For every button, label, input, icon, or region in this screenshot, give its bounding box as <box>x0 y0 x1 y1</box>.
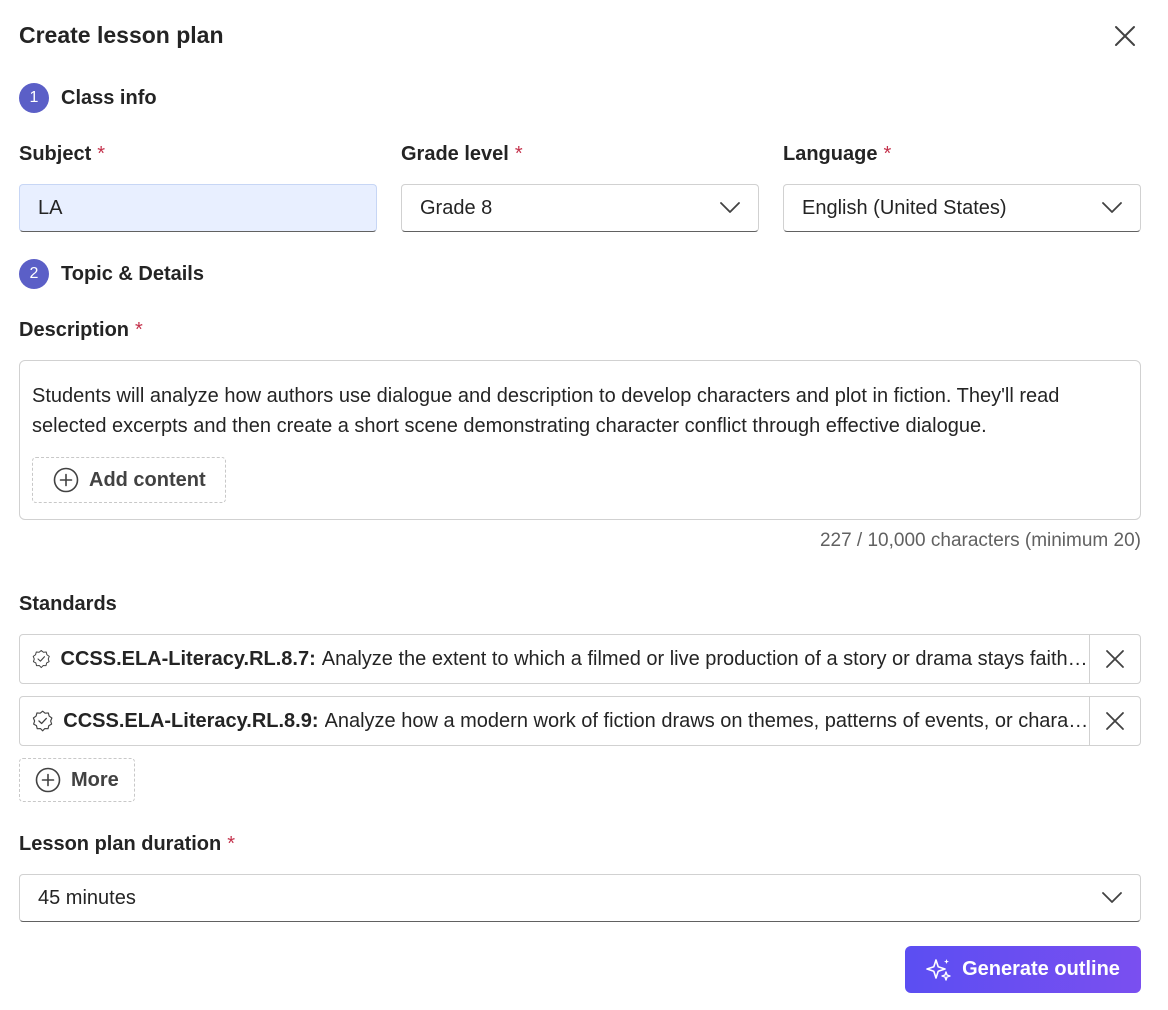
subject-input[interactable]: LA <box>19 184 377 232</box>
required-mark: * <box>135 319 143 341</box>
generate-outline-label: Generate outline <box>962 958 1120 980</box>
description-text: Students will analyze how authors use di… <box>32 385 1060 437</box>
subject-value: LA <box>38 196 63 219</box>
standard-code: CCSS.ELA-Literacy.RL.8.9: <box>63 709 319 732</box>
language-value: English (United States) <box>802 196 1007 219</box>
certificate-badge-icon <box>32 649 50 669</box>
description-label-text: Description <box>19 319 130 341</box>
step-class-info: 1 Class info <box>19 83 157 113</box>
more-standards-button[interactable]: More <box>19 758 135 802</box>
language-select[interactable]: English (United States) <box>783 184 1141 232</box>
close-icon <box>1106 650 1124 668</box>
grade-level-value: Grade 8 <box>420 196 493 219</box>
character-count: 227 / 10,000 characters (minimum 20) <box>819 530 1141 551</box>
add-content-label: Add content <box>89 468 206 491</box>
description-label: Description * <box>19 319 143 342</box>
language-label: Language * <box>783 143 891 166</box>
standard-item: CCSS.ELA-Literacy.RL.8.9: Analyze how a … <box>19 696 1141 746</box>
more-label: More <box>71 768 119 791</box>
duration-label-text: Lesson plan duration <box>19 833 222 855</box>
add-content-button[interactable]: Add content <box>32 457 226 503</box>
grade-level-select[interactable]: Grade 8 <box>401 184 759 232</box>
chevron-down-icon <box>1102 202 1122 213</box>
standard-description: Analyze the extent to which a filmed or … <box>321 647 1089 670</box>
required-mark: * <box>97 143 106 165</box>
description-textarea[interactable]: Students will analyze how authors use di… <box>19 360 1141 520</box>
remove-standard-button[interactable] <box>1089 635 1140 683</box>
required-mark: * <box>227 833 236 855</box>
step-topic-details: 2 Topic & Details <box>19 259 204 289</box>
remove-standard-button[interactable] <box>1089 697 1140 745</box>
chevron-down-icon <box>720 202 740 213</box>
duration-value: 45 minutes <box>38 886 136 909</box>
standard-text: CCSS.ELA-Literacy.RL.8.9: Analyze how a … <box>20 708 1089 734</box>
standard-text: CCSS.ELA-Literacy.RL.8.7: Analyze the ex… <box>20 646 1089 672</box>
add-circle-icon <box>53 467 79 493</box>
close-icon <box>1106 712 1124 730</box>
close-button[interactable] <box>1110 21 1140 51</box>
chevron-down-icon <box>1102 892 1122 903</box>
add-circle-icon <box>35 767 61 793</box>
required-mark: * <box>514 143 523 165</box>
subject-label-text: Subject <box>19 143 92 165</box>
standard-description: Analyze how a modern work of fiction dra… <box>324 709 1089 732</box>
step-label: Topic & Details <box>61 262 204 285</box>
grade-level-label: Grade level * <box>401 143 523 166</box>
standards-label: Standards <box>19 593 117 615</box>
sparkle-icon <box>926 958 951 981</box>
step-number: 2 <box>19 259 49 289</box>
step-number: 1 <box>19 83 49 113</box>
step-label: Class info <box>61 86 157 109</box>
dialog-title: Create lesson plan <box>19 22 224 48</box>
close-icon <box>1115 26 1135 46</box>
standard-code: CCSS.ELA-Literacy.RL.8.7: <box>60 647 316 670</box>
create-lesson-plan-dialog: Create lesson plan 1 Class info Subject *… <box>0 0 1168 1010</box>
required-mark: * <box>883 143 892 165</box>
language-label-text: Language <box>783 143 878 165</box>
standard-item: CCSS.ELA-Literacy.RL.8.7: Analyze the ex… <box>19 634 1141 684</box>
generate-outline-button[interactable]: Generate outline <box>905 946 1141 993</box>
certificate-badge-icon <box>32 710 53 732</box>
grade-level-label-text: Grade level <box>401 143 509 165</box>
subject-label: Subject * <box>19 143 105 166</box>
duration-label: Lesson plan duration * <box>19 833 235 856</box>
duration-select[interactable]: 45 minutes <box>19 874 1141 922</box>
